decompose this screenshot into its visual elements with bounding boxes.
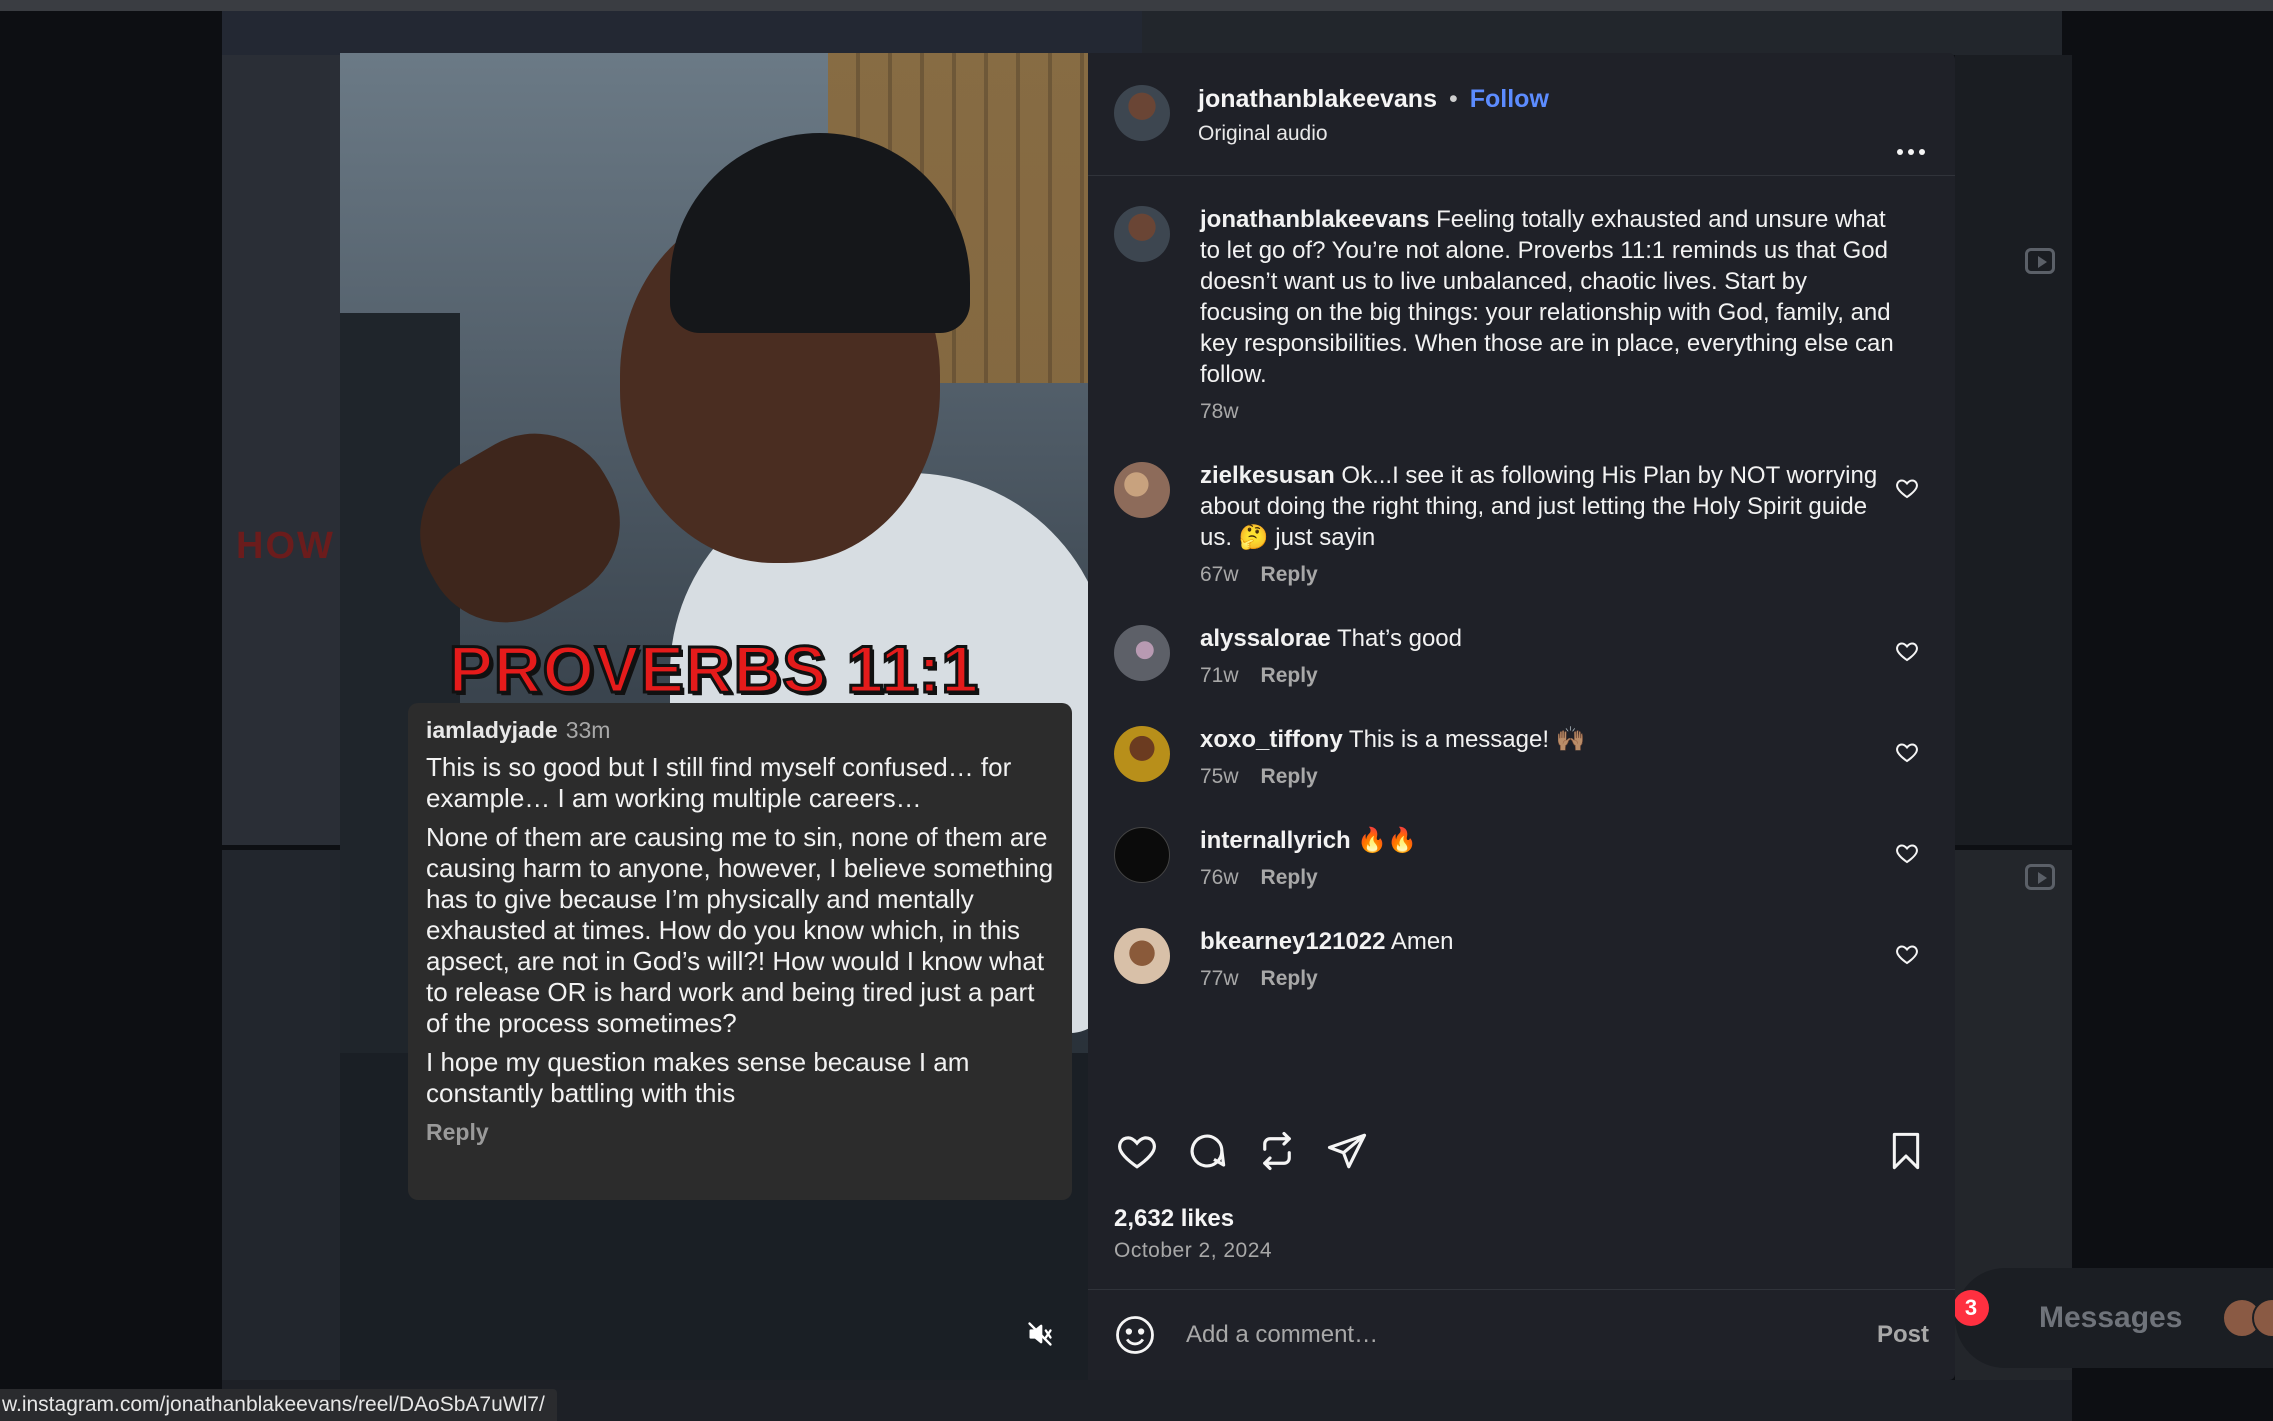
browser-top-strip xyxy=(0,0,2273,11)
messages-unread-badge: 3 xyxy=(1953,1290,1989,1326)
repost-icon[interactable] xyxy=(1254,1128,1300,1174)
messages-avatars xyxy=(2222,1298,2273,1338)
comment-text: 🔥🔥 xyxy=(1357,827,1418,854)
comment-item: internallyrich 🔥🔥 76w Reply xyxy=(1114,825,1929,890)
post-date: October 2, 2024 xyxy=(1114,1239,1273,1262)
comment-username[interactable]: internallyrich xyxy=(1200,827,1351,854)
like-comment-heart-icon[interactable] xyxy=(1895,740,1919,764)
caption-time: 78w xyxy=(1200,400,1239,423)
add-comment-bar: Post xyxy=(1088,1289,1955,1380)
pinned-comment-paragraph: None of them are causing me to sin, none… xyxy=(426,822,1054,1038)
mute-icon[interactable] xyxy=(1022,1316,1058,1352)
commenter-avatar[interactable] xyxy=(1114,462,1170,518)
comment-text: Amen xyxy=(1390,928,1454,955)
comment-time: 76w xyxy=(1200,866,1239,889)
like-comment-heart-icon[interactable] xyxy=(1895,476,1919,500)
comment-username[interactable]: xoxo_tiffony xyxy=(1200,726,1343,753)
comment-reply-button[interactable]: Reply xyxy=(1261,765,1318,789)
background-overlay-text: HOW xyxy=(236,525,335,567)
background-reel-tile[interactable] xyxy=(222,55,342,845)
post-caption: jonathanblakeevans Feeling totally exhau… xyxy=(1114,204,1929,424)
reel-video[interactable]: PROVERBS 11:1 iamladyjade 33m This is so… xyxy=(340,53,1088,1380)
post-comment-button[interactable]: Post xyxy=(1877,1321,1929,1349)
separator-dot: • xyxy=(1448,85,1458,113)
comment-text: That’s good xyxy=(1337,625,1462,652)
save-bookmark-icon[interactable] xyxy=(1883,1128,1929,1174)
commenter-avatar[interactable] xyxy=(1114,827,1170,883)
background-reel-tile[interactable] xyxy=(1142,11,2062,55)
author-avatar[interactable] xyxy=(1114,206,1170,262)
like-comment-heart-icon[interactable] xyxy=(1895,639,1919,663)
pinned-comment-paragraph: This is so good but I still find myself … xyxy=(426,752,1012,813)
post-side-panel: jonathanblakeevans • Follow Original aud… xyxy=(1088,53,1955,1380)
pinned-comment-card: iamladyjade 33m This is so good but I st… xyxy=(408,703,1072,1200)
caption-username[interactable]: jonathanblakeevans xyxy=(1200,206,1429,233)
comment-time: 71w xyxy=(1200,664,1239,687)
background-reel-tile[interactable] xyxy=(1955,55,2072,845)
comments-list: jonathanblakeevans Feeling totally exhau… xyxy=(1088,176,1955,991)
comment-item: alyssalorae That’s good 71w Reply xyxy=(1114,623,1929,688)
follow-button[interactable]: Follow xyxy=(1470,85,1549,114)
comment-time: 77w xyxy=(1200,967,1239,990)
emoji-icon[interactable] xyxy=(1114,1314,1156,1356)
comment-item: zielkesusan Ok...I see it as following H… xyxy=(1114,460,1929,587)
like-heart-icon[interactable] xyxy=(1114,1128,1160,1174)
comment-username[interactable]: zielkesusan xyxy=(1200,462,1335,489)
video-overlay-title: PROVERBS 11:1 xyxy=(447,631,980,708)
comment-reply-button[interactable]: Reply xyxy=(1261,563,1318,587)
pinned-comment-time: 33m xyxy=(565,717,611,743)
comment-time: 75w xyxy=(1200,765,1239,788)
more-options-icon[interactable] xyxy=(1897,149,1925,155)
author-avatar[interactable] xyxy=(1114,85,1170,141)
like-comment-heart-icon[interactable] xyxy=(1895,942,1919,966)
post-actions xyxy=(1114,1128,1929,1174)
reel-icon xyxy=(2025,864,2055,890)
post-modal: PROVERBS 11:1 iamladyjade 33m This is so… xyxy=(340,53,1955,1380)
pinned-comment-paragraph: I hope my question makes sense because I… xyxy=(426,1047,970,1108)
comment-reply-button[interactable]: Reply xyxy=(1261,664,1318,688)
likes-count[interactable]: 2,632 likes xyxy=(1114,1205,1234,1233)
comment-time: 67w xyxy=(1200,563,1239,586)
caption-text: Feeling totally exhausted and unsure wha… xyxy=(1200,206,1894,388)
comment-bubble-icon[interactable] xyxy=(1184,1128,1230,1174)
comment-reply-button[interactable]: Reply xyxy=(1261,866,1318,890)
comment-username[interactable]: bkearney121022 xyxy=(1200,928,1385,955)
comment-username[interactable]: alyssalorae xyxy=(1200,625,1331,652)
comment-reply-button[interactable]: Reply xyxy=(1261,967,1318,991)
status-bar-url: w.instagram.com/jonathanblakeevans/reel/… xyxy=(0,1389,557,1421)
background-reel-tile[interactable] xyxy=(222,850,342,1380)
author-username[interactable]: jonathanblakeevans xyxy=(1198,85,1437,114)
messages-pill[interactable]: Messages xyxy=(1955,1268,2273,1368)
background-reel-tile[interactable] xyxy=(222,11,1142,55)
comment-item: xoxo_tiffony This is a message! 🙌🏽 75w Re… xyxy=(1114,724,1929,789)
commenter-avatar[interactable] xyxy=(1114,625,1170,681)
commenter-avatar[interactable] xyxy=(1114,928,1170,984)
comment-item: bkearney121022 Amen 77w Reply xyxy=(1114,926,1929,991)
commenter-avatar[interactable] xyxy=(1114,726,1170,782)
audio-link[interactable]: Original audio xyxy=(1198,122,1549,146)
pinned-comment-reply-button[interactable]: Reply xyxy=(426,1119,1054,1146)
comment-text: This is a message! 🙌🏽 xyxy=(1348,726,1586,753)
post-header: jonathanblakeevans • Follow Original aud… xyxy=(1088,53,1955,176)
messages-label: Messages xyxy=(2039,1301,2183,1334)
share-paper-plane-icon[interactable] xyxy=(1324,1128,1370,1174)
add-comment-input[interactable] xyxy=(1186,1321,1877,1349)
reel-icon xyxy=(2025,248,2055,274)
like-comment-heart-icon[interactable] xyxy=(1895,841,1919,865)
pinned-comment-user[interactable]: iamladyjade xyxy=(426,717,558,744)
